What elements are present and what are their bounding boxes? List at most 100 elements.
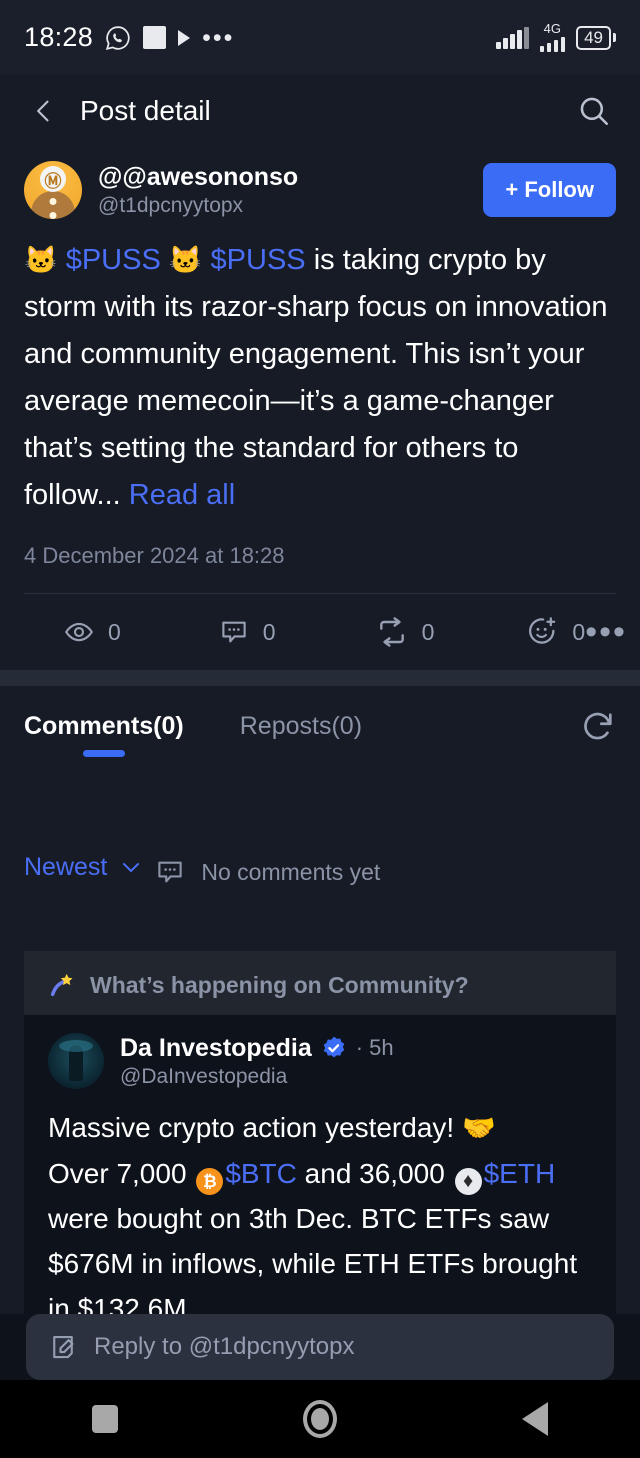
feed-post-line-2c: were bought on 3th Dec. BTC ETFs saw $67… xyxy=(48,1203,578,1324)
reply-input[interactable]: Reply to @t1dpcnyytopx xyxy=(26,1314,614,1380)
circle-home-icon[interactable] xyxy=(302,1400,337,1438)
follow-button[interactable]: + Follow xyxy=(483,163,616,217)
whatsapp-icon xyxy=(105,25,130,50)
search-icon xyxy=(580,97,609,126)
cat-emoji: 🐱 xyxy=(24,245,58,275)
cashtag-link[interactable]: $PUSS xyxy=(211,244,306,276)
feed-post-author-row: Da Investopedia · 5h @DaInvestopedia xyxy=(48,1033,592,1089)
status-bar-left: 18:28 ••• xyxy=(24,22,234,53)
chevron-down-icon xyxy=(123,863,140,872)
post-body: 🐱 $PUSS 🐱 $PUSS is taking crypto by stor… xyxy=(24,237,616,519)
tabs-section: Comments(0) Reposts(0) Newest No comment… xyxy=(0,686,640,1458)
page-title: Post detail xyxy=(80,95,211,126)
post-container: Ⓜ @@awesononso @t1dpcnyytopx + Follow 🐱 … xyxy=(0,147,640,670)
signal-bars-icon-2 xyxy=(539,36,566,52)
search-button[interactable] xyxy=(574,91,614,131)
post-actions-row: 0 0 0 0 ••• xyxy=(24,594,625,670)
bitcoin-icon: ₿ xyxy=(196,1168,224,1195)
post-author-handle: @t1dpcnyytopx xyxy=(98,193,244,217)
battery-level-label: 49 xyxy=(576,25,611,50)
avatar-dot xyxy=(49,198,57,205)
empty-comments-text: No comments yet xyxy=(201,858,381,885)
reply-placeholder: Reply to @t1dpcnyytopx xyxy=(94,1333,355,1360)
eth-cashtag-link[interactable]: $ETH xyxy=(484,1158,556,1189)
status-bar-right: 4G 49 xyxy=(496,21,616,52)
reaction-action[interactable]: 0 xyxy=(526,616,585,648)
feed-post-line-1: Massive crypto action yesterday! xyxy=(48,1112,462,1143)
feed-post-body: Massive crypto action yesterday! 🤝 Over 7… xyxy=(48,1105,592,1331)
overflow-dots-icon: ••• xyxy=(202,23,235,52)
post-more-button[interactable]: ••• xyxy=(585,615,627,649)
app-square-icon xyxy=(143,26,167,49)
feed-post-line-2b: and 36,000 xyxy=(296,1158,453,1189)
repost-icon xyxy=(379,617,404,647)
tab-reposts-label: Reposts(0) xyxy=(239,712,363,740)
tab-comments-label: Comments(0) xyxy=(24,712,184,740)
post-author-display-name: @@awesononso xyxy=(98,162,299,191)
empty-comments-state: No comments yet xyxy=(155,783,380,951)
feed-post-time: · 5h xyxy=(355,1035,394,1060)
verified-badge-icon xyxy=(323,1036,345,1058)
feed-post-handle: @DaInvestopedia xyxy=(120,1064,288,1088)
play-triangle-icon xyxy=(178,29,191,46)
shooting-star-icon xyxy=(50,973,73,997)
comment-icon xyxy=(158,861,183,883)
sort-label: Newest xyxy=(24,852,108,881)
tab-reposts[interactable]: Reposts(0) xyxy=(240,712,362,757)
reaction-count: 0 xyxy=(572,618,586,645)
app-screen: 18:28 ••• 4G 49 Post detail Ⓜ @@awesonon… xyxy=(0,0,640,1458)
comment-icon xyxy=(222,621,246,643)
tab-comments[interactable]: Comments(0) xyxy=(24,712,184,757)
avatar-dot xyxy=(49,212,57,219)
android-nav-bar xyxy=(0,1380,640,1458)
community-section-title: What’s happening on Community? xyxy=(90,971,469,998)
avatar[interactable] xyxy=(48,1033,104,1089)
avatar-body xyxy=(31,191,75,219)
comments-action[interactable]: 0 xyxy=(219,617,276,647)
repost-action[interactable]: 0 xyxy=(376,616,435,648)
refresh-icon xyxy=(584,712,612,740)
network-type-indicator: 4G xyxy=(539,21,566,52)
post-author-names: @@awesononso @t1dpcnyytopx xyxy=(98,163,298,218)
comments-count: 0 xyxy=(262,618,276,645)
feed-post-names: Da Investopedia · 5h @DaInvestopedia xyxy=(120,1034,394,1089)
eye-icon xyxy=(65,622,93,642)
read-all-link[interactable]: Read all xyxy=(129,479,235,511)
community-section-header: What’s happening on Community? xyxy=(24,951,616,1015)
tab-bar: Comments(0) Reposts(0) xyxy=(24,686,616,761)
battery-cap xyxy=(613,33,616,42)
views-action[interactable]: 0 xyxy=(64,617,121,647)
avatar[interactable]: Ⓜ xyxy=(24,161,82,219)
coinmarketcap-logo-icon: Ⓜ xyxy=(40,166,66,192)
triangle-back-icon[interactable] xyxy=(521,1402,548,1436)
cashtag-link[interactable]: $PUSS xyxy=(66,244,161,276)
status-bar-clock: 18:28 xyxy=(24,22,94,52)
section-separator xyxy=(0,670,640,686)
page-header: Post detail xyxy=(0,75,640,147)
compose-icon xyxy=(53,1335,74,1359)
ethereum-icon: ♦ xyxy=(454,1168,482,1195)
feed-post-line-2a: Over 7,000 xyxy=(48,1158,195,1189)
post-body-text: is taking crypto by storm with its razor… xyxy=(24,244,608,511)
cat-emoji: 🐱 xyxy=(168,245,203,275)
battery-icon: 49 xyxy=(576,25,616,50)
reply-bar: Reply to @t1dpcnyytopx xyxy=(0,1314,640,1380)
feed-post-name-row: Da Investopedia · 5h xyxy=(120,1034,394,1063)
chevron-left-icon xyxy=(37,100,49,122)
status-bar: 18:28 ••• 4G 49 xyxy=(0,0,640,75)
btc-cashtag-link[interactable]: $BTC xyxy=(225,1158,297,1189)
feed-post-display-name: Da Investopedia xyxy=(120,1033,312,1062)
refresh-button[interactable] xyxy=(580,708,616,749)
community-feed-post[interactable]: Da Investopedia · 5h @DaInvestopedia Mas… xyxy=(24,1015,616,1331)
repost-count: 0 xyxy=(421,618,435,645)
views-count: 0 xyxy=(108,618,121,645)
square-recents-icon[interactable] xyxy=(92,1405,119,1433)
add-reaction-icon xyxy=(529,617,556,644)
back-button[interactable] xyxy=(26,93,62,129)
handshake-emoji: 🤝 xyxy=(461,1113,496,1143)
post-timestamp: 4 December 2024 at 18:28 xyxy=(24,543,285,568)
signal-bars-icon xyxy=(496,26,529,49)
network-type-label: 4G xyxy=(543,21,561,36)
sort-dropdown[interactable]: Newest No comments yet xyxy=(24,761,616,951)
post-author-row: Ⓜ @@awesononso @t1dpcnyytopx + Follow xyxy=(24,147,616,219)
